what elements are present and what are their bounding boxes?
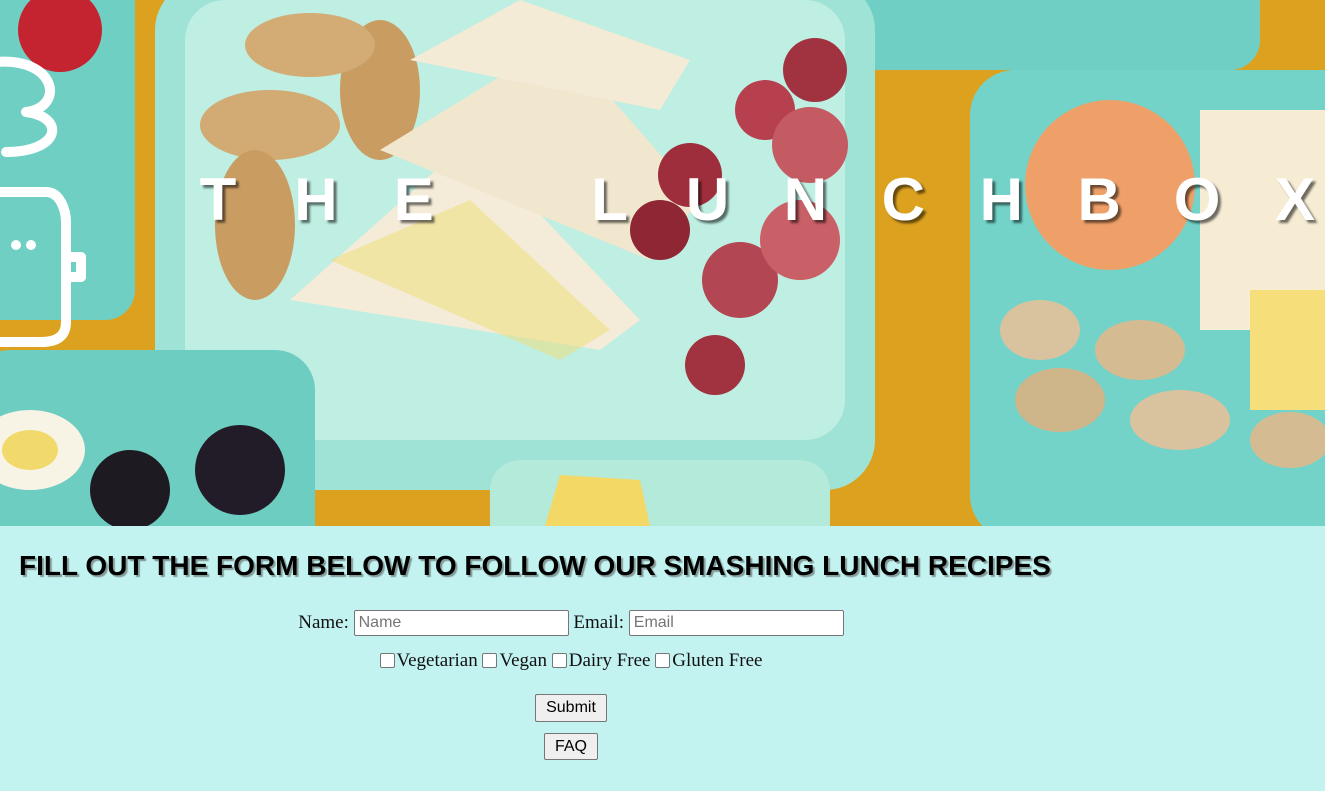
vegetarian-label: Vegetarian — [396, 650, 478, 671]
gluten-free-label: Gluten Free — [672, 650, 763, 671]
hero-photo — [0, 0, 1325, 526]
vegan-checkbox[interactable] — [482, 653, 498, 669]
email-label: Email: — [573, 612, 625, 633]
lunchbox-logo-icon — [0, 56, 86, 347]
name-input[interactable] — [353, 610, 569, 636]
submit-button[interactable]: Submit — [535, 694, 607, 722]
dairy-free-checkbox[interactable] — [551, 653, 567, 669]
hero-title-letter: T — [199, 166, 237, 233]
hero-title-letter: H — [979, 166, 1023, 233]
email-input[interactable] — [628, 610, 844, 636]
vegetarian-checkbox[interactable] — [379, 653, 395, 669]
vegan-label: Vegan — [499, 650, 547, 671]
signup-section: FILL OUT THE FORM BELOW TO FOLLOW OUR SM… — [0, 526, 1325, 791]
hero-title-letter: E — [393, 166, 434, 233]
hero-title-letter: U — [685, 166, 730, 233]
hero-title-letter: B — [1077, 166, 1121, 233]
faq-button[interactable]: FAQ — [544, 733, 598, 760]
hero-title-letter: C — [881, 166, 926, 233]
dairy-free-label: Dairy Free — [568, 650, 651, 671]
hero-title-letter: N — [783, 166, 828, 233]
dietary-options-row: Vegetarian Vegan Dairy Free Gluten Free — [0, 650, 1142, 672]
hero-title: T H E L U N C H B O X — [188, 165, 1325, 234]
hero-title-letter: X — [1274, 166, 1315, 233]
gluten-free-checkbox[interactable] — [655, 653, 671, 669]
hero-title-letter — [482, 165, 542, 234]
hero-title-letter: O — [1173, 166, 1221, 233]
hero-title-letter: H — [294, 166, 338, 233]
form-heading: FILL OUT THE FORM BELOW TO FOLLOW OUR SM… — [19, 550, 1051, 581]
name-label: Name: — [298, 612, 349, 633]
hero-banner: T H E L U N C H B O X — [0, 0, 1325, 526]
contact-fields-row: Name: Email: — [0, 610, 1142, 636]
hero-title-letter: L — [591, 166, 628, 233]
